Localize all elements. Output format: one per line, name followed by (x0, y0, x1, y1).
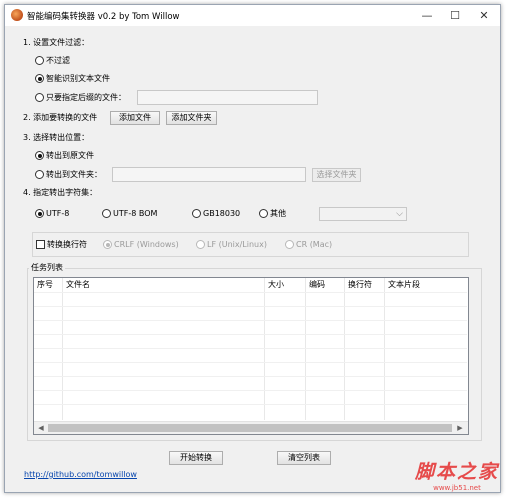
task-list-heading: 任务列表 (29, 263, 65, 273)
clear-list-button[interactable]: 清空列表 (277, 451, 331, 465)
filter-smart-label[interactable]: 智能识别文本文件 (46, 74, 110, 84)
start-convert-button[interactable]: 开始转换 (169, 451, 223, 465)
charset-other-select[interactable]: ⌵ (319, 207, 407, 221)
add-heading: 2. 添加要转换的文件 (23, 113, 98, 122)
charset-utf8bom-label[interactable]: UTF-8 BOM (113, 209, 157, 219)
newline-cr-radio[interactable] (285, 240, 294, 249)
column-divider (264, 278, 265, 420)
row-divider (34, 348, 467, 349)
newline-checkbox-label[interactable]: 转换换行符 (47, 240, 87, 250)
charset-utf8bom-radio[interactable] (102, 209, 111, 218)
newline-lf-radio[interactable] (196, 240, 205, 249)
output-original-radio[interactable] (35, 151, 44, 160)
charset-gb18030-radio[interactable] (192, 209, 201, 218)
row-divider (34, 334, 467, 335)
chevron-down-icon: ⌵ (396, 209, 403, 219)
filter-suffix-radio[interactable] (35, 93, 44, 102)
row-divider (34, 320, 467, 321)
newline-crlf-label[interactable]: CRLF (Windows) (114, 240, 179, 250)
column-divider (62, 278, 63, 420)
column-divider (305, 278, 306, 420)
filter-suffix-label[interactable]: 只要指定后缀的文件： (46, 93, 126, 103)
row-divider (34, 362, 467, 363)
site-watermark: 脚本之家 www.jb51.net (415, 457, 499, 492)
column-divider (384, 278, 385, 420)
choose-folder-button[interactable]: 选择文件夹 (312, 168, 361, 182)
column-header-size[interactable]: 大小 (265, 278, 284, 292)
scroll-left-icon[interactable]: ◀ (35, 423, 47, 434)
watermark-url: www.jb51.net (433, 484, 481, 492)
window-title: 智能编码集转换器 v0.2 by Tom Willow (27, 12, 180, 22)
newline-cr-label[interactable]: CR (Mac) (296, 240, 332, 250)
close-icon[interactable]: ✕ (470, 5, 498, 26)
newline-checkbox[interactable] (36, 240, 45, 249)
charset-heading: 4. 指定转出字符集： (23, 188, 98, 197)
minimize-icon[interactable]: — (413, 5, 441, 26)
output-folder-radio[interactable] (35, 170, 44, 179)
task-table[interactable]: 序号 文件名 大小 编码 换行符 文本片段 ◀ ▶ (33, 277, 469, 435)
column-divider (344, 278, 345, 420)
newline-lf-label[interactable]: LF (Unix/Linux) (207, 240, 267, 250)
output-folder-label[interactable]: 转出到文件夹： (46, 170, 102, 180)
title-bar: 智能编码集转换器 v0.2 by Tom Willow — ☐ ✕ (5, 5, 500, 26)
watermark-logo: 脚本之家 (414, 461, 499, 483)
newline-crlf-radio[interactable] (103, 240, 112, 249)
scrollbar-thumb[interactable] (48, 424, 452, 432)
filter-none-label[interactable]: 不过滤 (46, 56, 70, 66)
output-folder-input[interactable] (112, 167, 306, 182)
charset-other-radio[interactable] (259, 209, 268, 218)
charset-other-label[interactable]: 其他 (270, 209, 286, 219)
suffix-input[interactable] (137, 90, 318, 105)
charset-gb18030-label[interactable]: GB18030 (203, 209, 240, 219)
row-divider (34, 306, 467, 307)
app-icon (11, 9, 23, 21)
add-file-button[interactable]: 添加文件 (110, 111, 160, 125)
filter-heading: 1. 设置文件过滤： (23, 38, 90, 47)
add-folder-button[interactable]: 添加文件夹 (166, 111, 217, 125)
output-original-label[interactable]: 转出到原文件 (46, 151, 94, 161)
filter-smart-radio[interactable] (35, 74, 44, 83)
horizontal-scrollbar[interactable]: ◀ ▶ (34, 421, 468, 434)
column-header-index[interactable]: 序号 (34, 278, 53, 292)
output-heading: 3. 选择转出位置： (23, 133, 90, 142)
scroll-right-icon[interactable]: ▶ (454, 423, 466, 434)
maximize-icon[interactable]: ☐ (441, 5, 469, 26)
column-header-filename[interactable]: 文件名 (63, 278, 90, 292)
column-header-encoding[interactable]: 编码 (306, 278, 325, 292)
row-divider (34, 292, 467, 293)
filter-none-radio[interactable] (35, 56, 44, 65)
column-header-newline[interactable]: 换行符 (345, 278, 372, 292)
row-divider (34, 376, 467, 377)
column-header-snippet[interactable]: 文本片段 (385, 278, 420, 292)
charset-utf8-label[interactable]: UTF-8 (46, 209, 69, 219)
charset-utf8-radio[interactable] (35, 209, 44, 218)
row-divider (34, 390, 467, 391)
github-link[interactable]: http://github.com/tomwillow (24, 470, 137, 479)
row-divider (34, 404, 467, 405)
